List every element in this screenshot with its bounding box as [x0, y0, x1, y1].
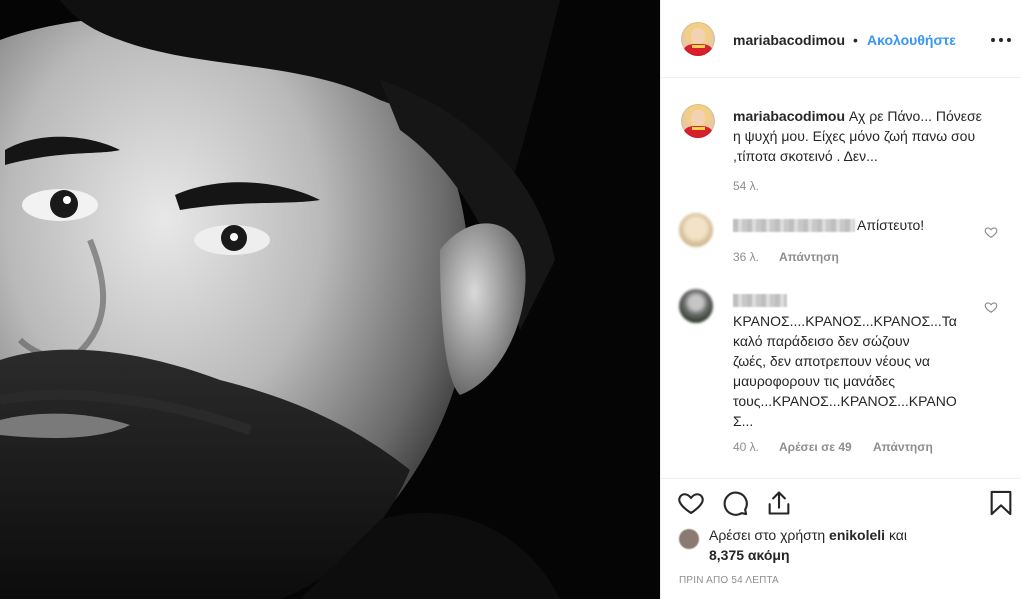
comment-text: Απίστευτο! [857, 217, 925, 233]
separator-dot: • [853, 32, 858, 48]
liker-avatar[interactable] [679, 529, 699, 549]
post-photo[interactable] [0, 0, 660, 599]
author-avatar[interactable] [681, 22, 715, 56]
commenter-username-redacted[interactable] [733, 219, 855, 232]
comments-list: mariabacodimou Αχ ρε Πάνο... Πόνεσε η ψυ… [661, 78, 1021, 478]
portrait-image [0, 0, 660, 599]
comment-time[interactable]: 40 λ. [733, 440, 759, 454]
reply-button[interactable]: Απάντηση [873, 440, 933, 454]
liker-username[interactable]: enikoleli [829, 527, 885, 543]
share-icon[interactable] [765, 489, 793, 517]
likes-text: Αρέσει στο χρήστη enikoleli και 8,375 ακ… [709, 527, 907, 563]
follow-button[interactable]: Ακολουθήστε [867, 32, 956, 48]
likes-count[interactable]: 8,375 ακόμη [709, 547, 790, 563]
post-actions: Αρέσει στο χρήστη enikoleli και 8,375 ακ… [661, 478, 1021, 599]
comment-time[interactable]: 36 λ. [733, 250, 759, 264]
heart-icon[interactable] [677, 489, 705, 517]
caption: mariabacodimou Αχ ρε Πάνο... Πόνεσε η ψυ… [733, 106, 993, 166]
heart-outline-icon[interactable] [984, 225, 998, 239]
author-username[interactable]: mariabacodimou [733, 32, 845, 48]
post-header: mariabacodimou • Ακολουθήστε [661, 0, 1021, 78]
caption-avatar[interactable] [681, 104, 715, 138]
commenter-avatar[interactable] [679, 289, 713, 323]
reply-button[interactable]: Απάντηση [779, 250, 839, 264]
commenter-avatar[interactable] [679, 213, 713, 247]
ellipsis-icon[interactable] [991, 30, 1013, 48]
post-side-panel: mariabacodimou • Ακολουθήστε mariabacodi… [660, 0, 1021, 599]
heart-outline-icon[interactable] [984, 300, 998, 314]
comment-likes-count[interactable]: Αρέσει σε 49 [779, 440, 852, 454]
caption-time[interactable]: 54 λ. [733, 179, 759, 193]
comment-text: ΚΡΑΝΟΣ....ΚΡΑΝΟΣ...ΚΡΑΝΟΣ...Τα καλό παρά… [733, 313, 957, 429]
bookmark-icon[interactable] [987, 489, 1015, 517]
caption-username[interactable]: mariabacodimou [733, 108, 845, 124]
commenter-username-redacted[interactable] [733, 294, 787, 307]
speech-bubble-icon[interactable] [721, 489, 749, 517]
post-timestamp[interactable]: ΠΡΙΝ ΑΠΟ 54 ΛΕΠΤΑ [679, 575, 779, 586]
